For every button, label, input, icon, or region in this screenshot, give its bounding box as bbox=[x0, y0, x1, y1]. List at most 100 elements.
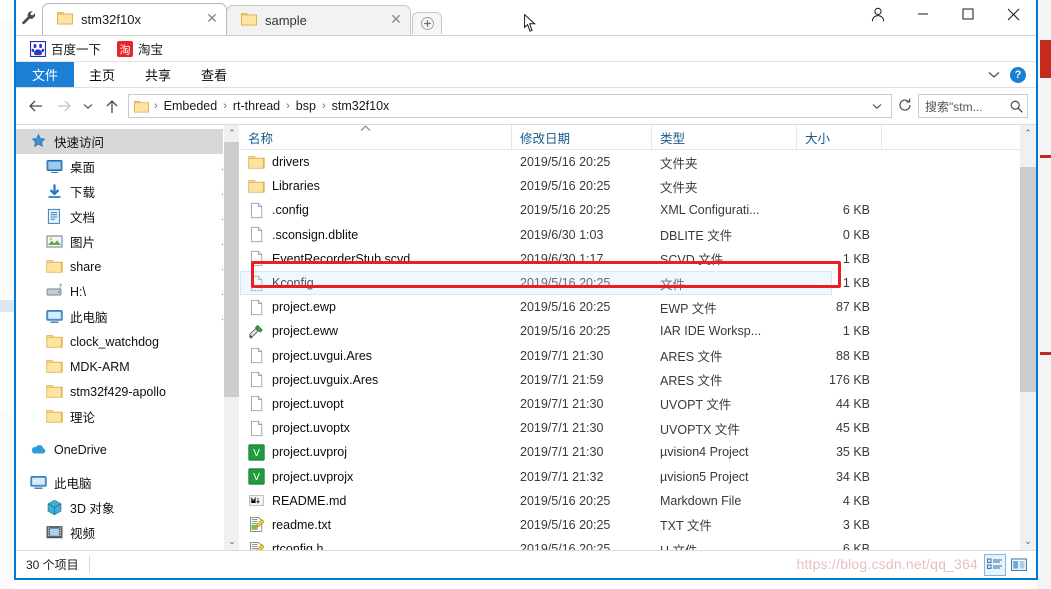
file-name-label: rtconfig.h bbox=[272, 542, 324, 550]
sidebar-item-15[interactable]: 视频 bbox=[16, 520, 239, 545]
sidebar-item-10[interactable]: stm32f429-apollo bbox=[16, 379, 239, 404]
up-button[interactable] bbox=[100, 94, 124, 118]
sidebar-item-0[interactable]: 快速访问 bbox=[16, 129, 239, 154]
table-row[interactable]: project.uvoptx 2019/7/1 21:30 UVOPTX 文件 45 … bbox=[240, 416, 1020, 440]
search-input[interactable]: 搜索"stm... bbox=[918, 94, 1028, 118]
details-view-icon[interactable] bbox=[984, 553, 1006, 576]
file-name-cell[interactable]: project.uvopt bbox=[240, 392, 512, 416]
table-row[interactable]: .config 2019/5/16 20:25 XML Configurati...… bbox=[240, 198, 1020, 222]
tab-close-icon[interactable]: ✕ bbox=[204, 11, 220, 28]
file-name-cell[interactable]: Vproject.uvproj bbox=[240, 440, 512, 464]
sidebar-item-11[interactable]: 理论 bbox=[16, 404, 239, 429]
file-name-cell[interactable]: .config bbox=[240, 198, 512, 222]
table-row[interactable]: project.eww 2019/5/16 20:25 IAR IDE Worksp… bbox=[240, 319, 1020, 343]
minimize-button[interactable] bbox=[900, 0, 945, 29]
tab-sample[interactable]: sample ✕ bbox=[226, 5, 411, 35]
nav-scroll-thumb[interactable] bbox=[224, 142, 239, 397]
refresh-button[interactable] bbox=[896, 98, 914, 115]
breadcrumb-item-embeded[interactable]: Embeded bbox=[161, 99, 221, 113]
column-header-type[interactable]: 类型 bbox=[652, 125, 797, 150]
sidebar-item-1[interactable]: 桌面 bbox=[16, 154, 239, 179]
table-row[interactable]: project.uvguix.Ares 2019/7/1 21:59 ARES 文件… bbox=[240, 368, 1020, 392]
chevron-down-icon[interactable] bbox=[988, 71, 1000, 79]
table-row[interactable]: readme.txt 2019/5/16 20:25 TXT 文件 3 KB bbox=[240, 513, 1020, 537]
file-date-cell: 2019/7/1 21:59 bbox=[520, 372, 604, 387]
file-size-cell: 87 KB bbox=[835, 300, 870, 315]
ribbon-tab-view[interactable]: 查看 bbox=[186, 62, 242, 87]
sidebar-item-9[interactable]: MDK-ARM bbox=[16, 354, 239, 379]
scroll-down-icon[interactable]: ⌄ bbox=[224, 533, 239, 550]
bookmark-baidu[interactable]: 百度一下 bbox=[24, 38, 107, 59]
breadcrumb-item-rt-thread[interactable]: rt-thread bbox=[230, 99, 283, 113]
table-row[interactable]: README.md 2019/5/16 20:25 Markdown File 4 K… bbox=[240, 489, 1020, 513]
nav-pane-scrollbar[interactable]: ⌃ ⌄ bbox=[223, 125, 239, 550]
file-list-scrollbar[interactable]: ⌃ ⌄ bbox=[1020, 125, 1036, 550]
scroll-up-icon[interactable]: ⌃ bbox=[1020, 125, 1036, 142]
column-header-date[interactable]: 修改日期 bbox=[512, 125, 652, 150]
file-type-cell: 文件 bbox=[660, 277, 686, 292]
breadcrumb-dropdown-icon[interactable] bbox=[867, 103, 887, 110]
sidebar-item-3[interactable]: 文档 bbox=[16, 204, 239, 229]
help-icon[interactable]: ? bbox=[1010, 66, 1026, 83]
table-row[interactable]: Vproject.uvproj 2019/7/1 21:30 µvision4 Pr… bbox=[240, 440, 1020, 464]
file-name-cell[interactable]: README.md bbox=[240, 489, 512, 513]
file-name-cell[interactable]: Libraries bbox=[240, 174, 512, 198]
wrench-icon[interactable] bbox=[16, 1, 42, 35]
file-name-cell[interactable]: project.ewp bbox=[240, 295, 512, 319]
breadcrumb[interactable]: › Embeded › rt-thread › bsp › stm32f10x bbox=[128, 94, 892, 118]
file-name-cell[interactable]: drivers bbox=[240, 150, 512, 174]
table-row[interactable]: project.uvgui.Ares 2019/7/1 21:30 ARES 文件 8… bbox=[240, 344, 1020, 368]
sidebar-item-label: OneDrive bbox=[54, 442, 107, 457]
sidebar-item-2[interactable]: 下载 bbox=[16, 179, 239, 204]
table-row[interactable]: Vproject.uvprojx 2019/7/1 21:32 µvision5 P… bbox=[240, 464, 1020, 488]
file-name-cell[interactable]: project.uvguix.Ares bbox=[240, 368, 512, 392]
sidebar-item-8[interactable]: clock_watchdog bbox=[16, 329, 239, 354]
back-button[interactable] bbox=[24, 94, 48, 118]
file-name-cell[interactable]: project.eww bbox=[240, 319, 512, 343]
scroll-down-icon[interactable]: ⌄ bbox=[1020, 533, 1036, 550]
tab-stm32f10x[interactable]: stm32f10x ✕ bbox=[42, 3, 227, 35]
scroll-up-icon[interactable]: ⌃ bbox=[224, 125, 239, 142]
file-name-cell[interactable]: EventRecorderStub.scvd bbox=[240, 247, 512, 271]
maximize-button[interactable] bbox=[945, 0, 990, 29]
sidebar-item-13[interactable]: 此电脑 bbox=[16, 470, 239, 495]
sidebar-item-14[interactable]: 3D 对象 bbox=[16, 495, 239, 520]
sidebar-item-5[interactable]: share bbox=[16, 254, 239, 279]
recent-locations-button[interactable] bbox=[80, 94, 96, 118]
table-row[interactable]: project.uvopt 2019/7/1 21:30 UVOPT 文件 44 KB bbox=[240, 392, 1020, 416]
table-row[interactable]: drivers 2019/5/16 20:25 文件夹 bbox=[240, 150, 1020, 174]
ribbon-tab-file[interactable]: 文件 bbox=[16, 62, 74, 87]
ribbon-tab-share[interactable]: 共享 bbox=[130, 62, 186, 87]
bookmark-taobao[interactable]: 淘 淘宝 bbox=[111, 38, 169, 59]
file-scroll-thumb[interactable] bbox=[1020, 167, 1036, 392]
table-row[interactable]: project.ewp 2019/5/16 20:25 EWP 文件 87 KB bbox=[240, 295, 1020, 319]
file-name-cell[interactable]: .sconsign.dblite bbox=[240, 223, 512, 247]
file-name-cell[interactable]: project.uvoptx bbox=[240, 416, 512, 440]
search-icon[interactable] bbox=[1010, 100, 1023, 113]
column-header-name[interactable]: 名称 bbox=[240, 125, 512, 150]
file-name-cell[interactable]: project.uvgui.Ares bbox=[240, 344, 512, 368]
ribbon-tab-home[interactable]: 主页 bbox=[74, 62, 130, 87]
account-icon[interactable] bbox=[855, 0, 900, 29]
new-tab-button[interactable] bbox=[412, 12, 442, 34]
sidebar-item-7[interactable]: 此电脑 bbox=[16, 304, 239, 329]
tab-close-icon[interactable]: ✕ bbox=[388, 12, 404, 29]
forward-button[interactable] bbox=[52, 94, 76, 118]
breadcrumb-item-stm32f10x[interactable]: stm32f10x bbox=[329, 99, 393, 113]
column-header-size[interactable]: 大小 bbox=[797, 125, 882, 150]
breadcrumb-item-bsp[interactable]: bsp bbox=[293, 99, 319, 113]
table-row[interactable]: Kconfig 2019/5/16 20:25 文件 1 KB bbox=[240, 271, 1020, 295]
file-name-cell[interactable]: rtconfig.h bbox=[240, 537, 512, 550]
table-row[interactable]: Libraries 2019/5/16 20:25 文件夹 bbox=[240, 174, 1020, 198]
table-row[interactable]: .sconsign.dblite 2019/6/30 1:03 DBLITE 文件 0… bbox=[240, 223, 1020, 247]
file-name-cell[interactable]: Vproject.uvprojx bbox=[240, 465, 512, 489]
sidebar-item-12[interactable]: OneDrive bbox=[16, 437, 239, 462]
sidebar-item-6[interactable]: ? H:\ bbox=[16, 279, 239, 304]
table-row[interactable]: EventRecorderStub.scvd 2019/6/30 1:17 SCVD… bbox=[240, 247, 1020, 271]
large-icons-view-icon[interactable] bbox=[1008, 554, 1030, 576]
file-name-cell[interactable]: readme.txt bbox=[240, 513, 512, 537]
close-button[interactable] bbox=[990, 0, 1036, 29]
file-name-cell[interactable]: Kconfig bbox=[240, 271, 512, 295]
sidebar-item-4[interactable]: 图片 bbox=[16, 229, 239, 254]
table-row[interactable]: rtconfig.h 2019/5/16 20:25 H 文件 6 KB bbox=[240, 537, 1020, 550]
